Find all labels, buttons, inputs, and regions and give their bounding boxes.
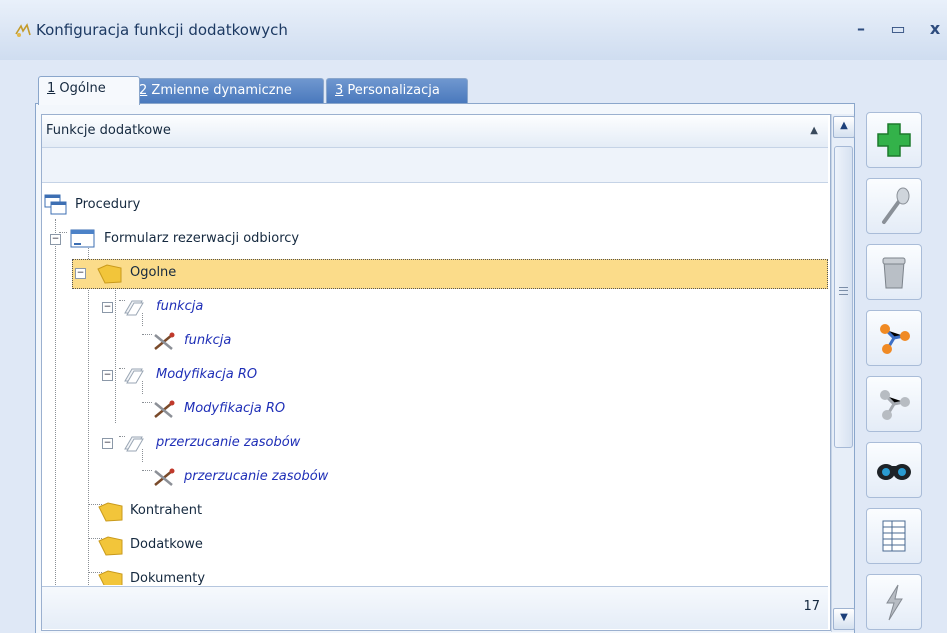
column-header-label: Funkcje dodatkowe <box>46 123 171 138</box>
tab-personalizacja[interactable]: 3 Personalizacja <box>326 78 468 103</box>
tree-node-label: Formularz rezerwacji odbiorcy <box>104 231 300 246</box>
tree-node-label: przerzucanie zasobów <box>156 435 301 450</box>
tab-zmienne-dynamiczne[interactable]: 2 Zmienne dynamiczne <box>130 78 324 103</box>
tools-icon <box>154 400 175 418</box>
tree-connector <box>88 245 89 585</box>
column-header[interactable]: Funkcje dodatkowe ▲ <box>42 115 828 148</box>
tree-connector <box>55 219 56 585</box>
tab-ogolne-label: Ogólne <box>59 81 106 96</box>
tree-connector <box>142 402 152 403</box>
tools-icon <box>154 468 175 486</box>
collapse-toggle-icon[interactable]: − <box>102 302 113 313</box>
tree-node-label: funkcja <box>156 299 204 314</box>
unlink-icon <box>880 390 910 420</box>
tools-icon <box>154 332 175 350</box>
link-icon <box>880 324 910 354</box>
delete-icon <box>882 257 906 289</box>
search-button[interactable] <box>866 442 922 498</box>
folder-icon <box>98 536 123 556</box>
functions-icon <box>15 23 31 37</box>
form-icon <box>70 229 95 248</box>
tree-connector <box>142 334 152 335</box>
tree-node-ogolne[interactable]: − Ogolne <box>72 259 828 289</box>
tree-node-procedury[interactable]: Procedury <box>42 192 342 218</box>
folder-icon <box>97 264 122 284</box>
scroll-up-button[interactable]: ▲ <box>833 116 855 138</box>
close-button[interactable]: x <box>922 16 947 42</box>
edit-button[interactable] <box>866 178 922 234</box>
tree-node-function-group[interactable]: − Modyfikacja RO <box>98 362 398 388</box>
tree-node-label: Dodatkowe <box>130 537 203 552</box>
folder-icon <box>98 570 123 585</box>
grid-footer: 17 <box>42 586 828 629</box>
run-button[interactable] <box>866 574 922 630</box>
record-count: 17 <box>803 599 820 614</box>
tab-ogolne-key: 1 <box>47 81 56 96</box>
maximize-button[interactable]: ▭ <box>885 16 911 42</box>
tree-node-label: Kontrahent <box>130 503 203 518</box>
tree-node-label: Ogolne <box>130 265 177 280</box>
functions-grid: Funkcje dodatkowe ▲ Procedury − Formular… <box>41 114 831 631</box>
tree-node-dokumenty[interactable]: Dokumenty <box>98 566 398 585</box>
collapse-toggle-icon[interactable]: − <box>75 268 86 279</box>
tree-node-function-group[interactable]: − przerzucanie zasobów <box>98 430 398 456</box>
functions-tree: Procedury − Formularz rezerwacji odbiorc… <box>42 183 828 585</box>
tree-node-label: Modyfikacja RO <box>184 401 286 416</box>
link-button[interactable] <box>866 310 922 366</box>
tab-zmienne-label: Zmienne dynamiczne <box>151 83 292 98</box>
tree-node-function-group[interactable]: − funkcja <box>98 294 398 320</box>
title-bar: Konfiguracja funkcji dodatkowych – ▭ x <box>0 0 947 60</box>
collapse-toggle-icon[interactable]: − <box>102 438 113 449</box>
lightning-icon <box>886 584 903 621</box>
tree-node-label: przerzucanie zasobów <box>184 469 329 484</box>
window-title: Konfiguracja funkcji dodatkowych <box>36 21 288 39</box>
delete-button[interactable] <box>866 244 922 300</box>
tree-node-label: Procedury <box>75 197 141 212</box>
collapse-toggle-icon[interactable]: − <box>102 370 113 381</box>
add-button[interactable] <box>866 112 922 168</box>
unlink-button[interactable] <box>866 376 922 432</box>
scroll-down-button[interactable]: ▼ <box>833 608 855 630</box>
minimize-button[interactable]: – <box>848 16 874 42</box>
add-icon <box>877 123 911 157</box>
tree-connector <box>142 470 152 471</box>
grip-icon <box>839 287 848 295</box>
tree-node-function[interactable]: Modyfikacja RO <box>152 396 452 422</box>
document-stack-icon <box>124 300 144 316</box>
table-icon <box>882 520 906 552</box>
scroll-thumb[interactable] <box>834 146 853 448</box>
tab-personalizacja-key: 3 <box>335 83 344 98</box>
tab-ogolne[interactable]: 1 Ogólne <box>38 76 140 105</box>
tree-node-kontrahent[interactable]: Kontrahent <box>98 498 398 524</box>
tree-node-label: funkcja <box>184 333 232 348</box>
tree-node-function[interactable]: przerzucanie zasobów <box>152 464 452 490</box>
collapse-toggle-icon[interactable]: − <box>50 234 61 245</box>
tree-node-formularz[interactable]: − Formularz rezerwacji odbiorcy <box>42 226 442 252</box>
binoculars-icon <box>877 464 911 480</box>
table-button[interactable] <box>866 508 922 564</box>
edit-icon <box>882 187 910 224</box>
tree-node-dodatkowe[interactable]: Dodatkowe <box>98 532 398 558</box>
tab-zmienne-key: 2 <box>139 83 148 98</box>
vertical-scrollbar[interactable]: ▲ ▼ <box>831 114 855 632</box>
folder-icon <box>98 502 123 522</box>
tree-node-label: Modyfikacja RO <box>156 367 258 382</box>
tab-personalizacja-label: Personalizacja <box>347 83 440 98</box>
document-stack-icon <box>124 368 144 384</box>
tree-node-label: Dokumenty <box>130 571 206 585</box>
procedures-icon <box>44 194 67 215</box>
sort-ascending-icon: ▲ <box>810 125 818 136</box>
tree-node-function[interactable]: funkcja <box>152 328 452 354</box>
filter-row[interactable] <box>42 148 828 183</box>
document-stack-icon <box>124 436 144 452</box>
